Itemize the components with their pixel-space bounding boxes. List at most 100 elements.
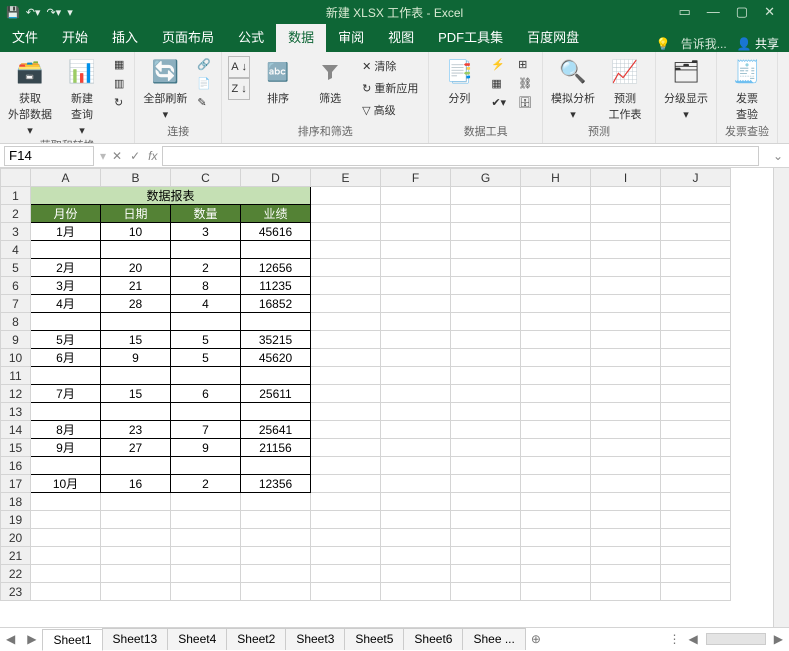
- cell[interactable]: [31, 583, 101, 601]
- row-header[interactable]: 2: [1, 205, 31, 223]
- cell[interactable]: [381, 295, 451, 313]
- cell[interactable]: [591, 295, 661, 313]
- cell[interactable]: [311, 241, 381, 259]
- cell[interactable]: [521, 295, 591, 313]
- cell[interactable]: [521, 403, 591, 421]
- cell[interactable]: [31, 367, 101, 385]
- row-header[interactable]: 14: [1, 421, 31, 439]
- cell[interactable]: [311, 547, 381, 565]
- cell[interactable]: [521, 529, 591, 547]
- cell[interactable]: 1月: [31, 223, 101, 241]
- cancel-formula-button[interactable]: ✕: [108, 149, 126, 163]
- tab-file[interactable]: 文件: [0, 21, 50, 52]
- cell[interactable]: [311, 529, 381, 547]
- cell[interactable]: [311, 385, 381, 403]
- cell[interactable]: [451, 457, 521, 475]
- cell[interactable]: 6月: [31, 349, 101, 367]
- edit-links-button[interactable]: ✎: [193, 94, 215, 111]
- filter-button[interactable]: 筛选: [306, 56, 354, 106]
- sheet-tab[interactable]: Shee ...: [462, 628, 525, 650]
- cell[interactable]: [521, 331, 591, 349]
- col-header[interactable]: A: [31, 169, 101, 187]
- cell[interactable]: [521, 565, 591, 583]
- cell[interactable]: [451, 205, 521, 223]
- cell[interactable]: [311, 439, 381, 457]
- cell[interactable]: [521, 457, 591, 475]
- cell[interactable]: [661, 547, 731, 565]
- cell[interactable]: [591, 565, 661, 583]
- cell[interactable]: 7: [171, 421, 241, 439]
- row-header[interactable]: 7: [1, 295, 31, 313]
- cell[interactable]: [661, 313, 731, 331]
- cell[interactable]: [311, 331, 381, 349]
- cell[interactable]: [311, 403, 381, 421]
- cell[interactable]: [661, 583, 731, 601]
- cell[interactable]: [591, 313, 661, 331]
- cell[interactable]: [381, 241, 451, 259]
- cell[interactable]: [381, 403, 451, 421]
- cell[interactable]: [381, 583, 451, 601]
- tabs-scroll-icon[interactable]: ⋮: [669, 632, 681, 646]
- new-sheet-button[interactable]: ⊕: [525, 632, 547, 646]
- cell[interactable]: 20: [101, 259, 171, 277]
- row-header[interactable]: 18: [1, 493, 31, 511]
- cell[interactable]: [31, 565, 101, 583]
- cell[interactable]: [521, 313, 591, 331]
- cell[interactable]: [311, 457, 381, 475]
- cell[interactable]: [451, 529, 521, 547]
- cell[interactable]: 3月: [31, 277, 101, 295]
- sort-desc-button[interactable]: Z↓: [228, 78, 250, 100]
- cell[interactable]: [311, 511, 381, 529]
- cell[interactable]: [661, 259, 731, 277]
- consolidate-button[interactable]: ⊞: [514, 56, 536, 73]
- cell[interactable]: [661, 439, 731, 457]
- cell[interactable]: [31, 457, 101, 475]
- clear-filter-button[interactable]: ✕ 清除: [358, 56, 422, 76]
- sheet-tab[interactable]: Sheet4: [167, 628, 227, 650]
- sheet-nav-next-icon[interactable]: ▶: [21, 632, 42, 646]
- cell[interactable]: [381, 313, 451, 331]
- qat-more-icon[interactable]: ▾: [67, 6, 73, 19]
- cell[interactable]: [661, 349, 731, 367]
- cell[interactable]: [381, 385, 451, 403]
- horizontal-scrollbar[interactable]: [706, 633, 766, 645]
- cell[interactable]: [381, 439, 451, 457]
- cell[interactable]: [521, 547, 591, 565]
- cell[interactable]: [451, 475, 521, 493]
- cell[interactable]: [661, 187, 731, 205]
- cell[interactable]: [311, 223, 381, 241]
- cell[interactable]: 25641: [241, 421, 311, 439]
- cell[interactable]: [381, 367, 451, 385]
- cell[interactable]: [451, 277, 521, 295]
- cell[interactable]: [241, 457, 311, 475]
- cell[interactable]: 5: [171, 349, 241, 367]
- save-icon[interactable]: 💾: [6, 6, 20, 19]
- cell[interactable]: [311, 475, 381, 493]
- cell[interactable]: [311, 313, 381, 331]
- cell[interactable]: [101, 547, 171, 565]
- cell[interactable]: [311, 295, 381, 313]
- vertical-scrollbar[interactable]: [773, 168, 789, 627]
- refresh-all-button[interactable]: 🔄全部刷新▾: [141, 56, 189, 121]
- advanced-button[interactable]: ▽ 高级: [358, 100, 422, 120]
- ribbon-options-icon[interactable]: ▭: [679, 4, 691, 20]
- tell-me-icon[interactable]: 💡: [656, 37, 671, 51]
- cell[interactable]: [591, 223, 661, 241]
- sheet-tab[interactable]: Sheet3: [285, 628, 345, 650]
- cell[interactable]: 4月: [31, 295, 101, 313]
- name-box[interactable]: [4, 146, 94, 166]
- cell[interactable]: [591, 583, 661, 601]
- cell[interactable]: [171, 547, 241, 565]
- col-header[interactable]: C: [171, 169, 241, 187]
- row-header[interactable]: 3: [1, 223, 31, 241]
- cell[interactable]: [311, 583, 381, 601]
- tell-me-input[interactable]: 告诉我...: [681, 35, 727, 52]
- cell[interactable]: [591, 529, 661, 547]
- cell[interactable]: [311, 421, 381, 439]
- cell[interactable]: 45620: [241, 349, 311, 367]
- cell[interactable]: [521, 439, 591, 457]
- cell[interactable]: [521, 349, 591, 367]
- cell[interactable]: 12656: [241, 259, 311, 277]
- cell[interactable]: [311, 349, 381, 367]
- cell[interactable]: [101, 457, 171, 475]
